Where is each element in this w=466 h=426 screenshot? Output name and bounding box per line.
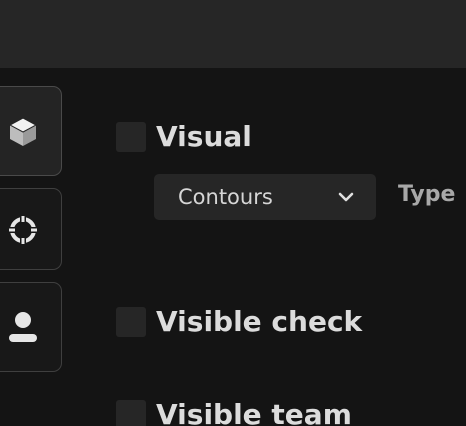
visible-team-label: Visible team: [156, 398, 352, 426]
visible-check-option: Visible check: [116, 305, 362, 338]
visual-option: Visual: [116, 120, 252, 153]
settings-panel: Visual Contours Type Visible check Visib…: [0, 0, 466, 426]
user-icon: [1, 283, 45, 373]
visible-team-option: Visible team: [116, 398, 352, 426]
crosshair-icon: [1, 189, 45, 271]
visible-team-checkbox[interactable]: [116, 399, 146, 426]
cube-icon: [1, 87, 45, 177]
visible-check-label: Visible check: [156, 305, 363, 338]
tab-aimbot[interactable]: [0, 188, 62, 270]
visible-check-checkbox[interactable]: [116, 306, 146, 337]
visual-style-select[interactable]: Contours: [154, 174, 376, 220]
tab-visuals[interactable]: [0, 86, 62, 176]
chevron-down-icon: [338, 192, 354, 202]
type-label: Type: [398, 182, 456, 207]
visual-checkbox[interactable]: [116, 121, 146, 152]
title-bar: [0, 0, 466, 68]
tab-player[interactable]: [0, 282, 62, 372]
visual-label: Visual: [156, 120, 252, 153]
visual-style-value: Contours: [178, 185, 273, 209]
